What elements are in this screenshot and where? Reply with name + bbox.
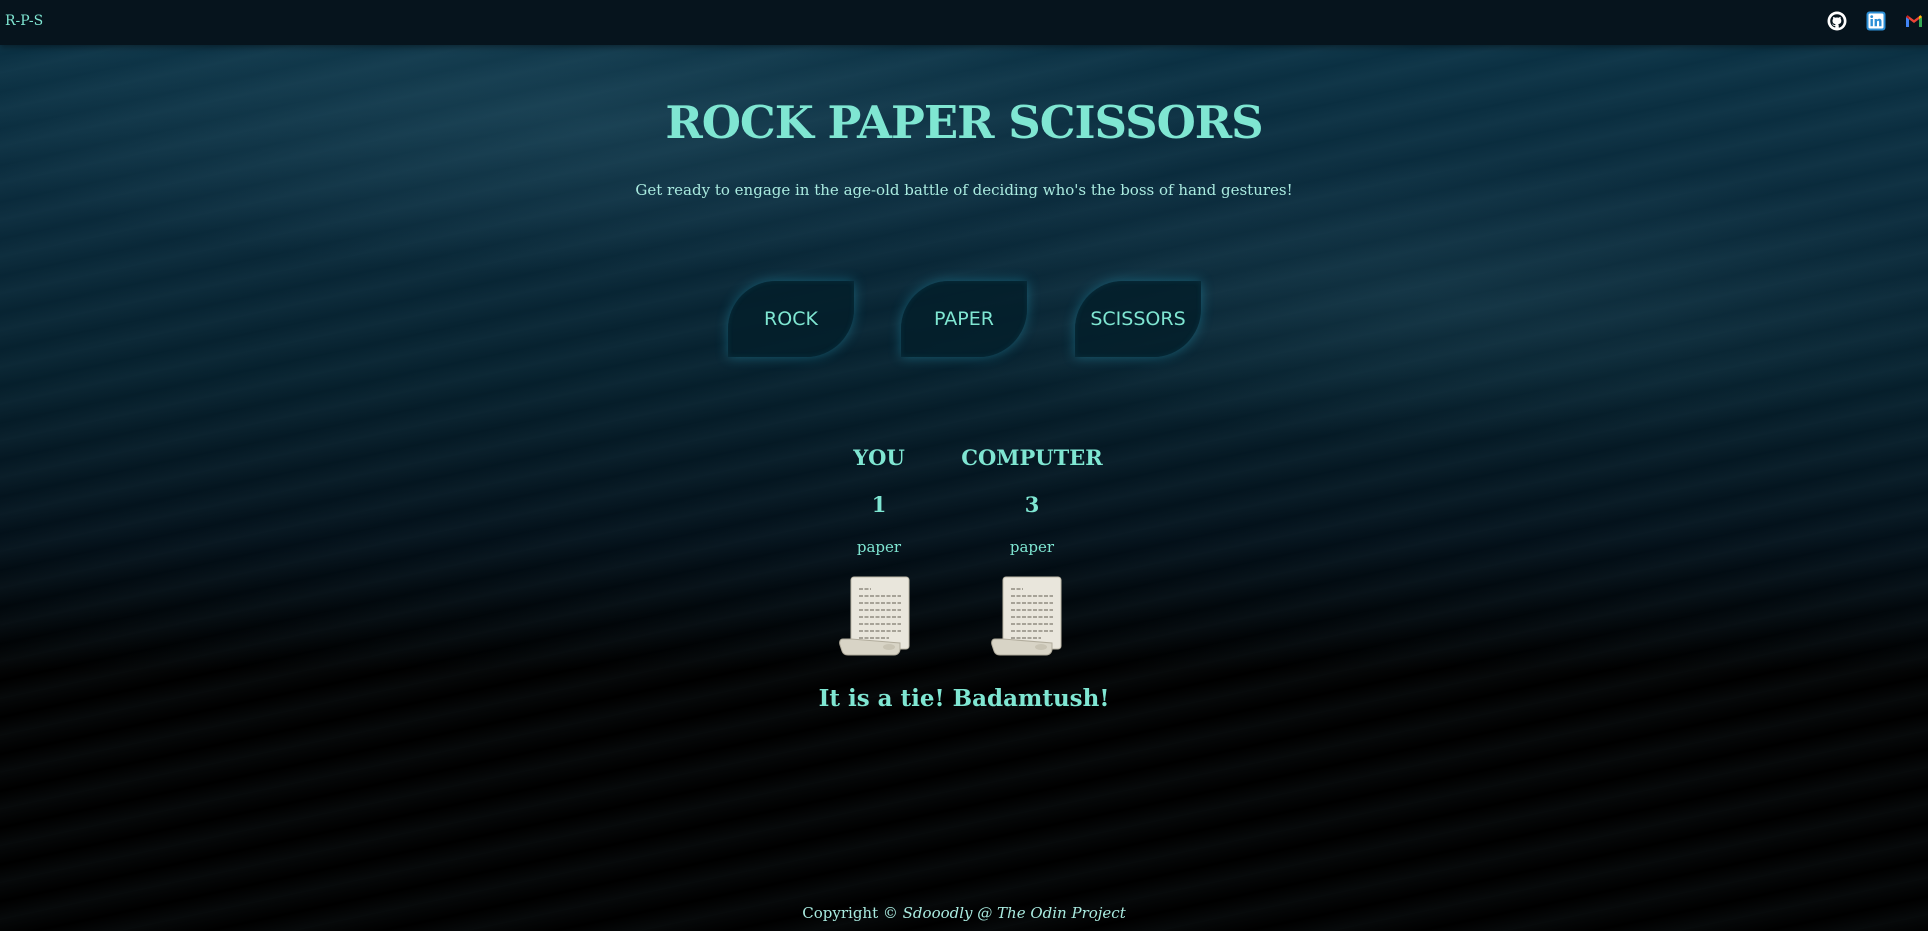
footer: Copyright © Sdooodly @ The Odin Project: [0, 904, 1928, 922]
linkedin-icon[interactable]: [1866, 11, 1886, 31]
computer-choice: paper: [1009, 538, 1055, 556]
github-icon[interactable]: [1827, 11, 1847, 31]
computer-score: 3: [1024, 492, 1040, 517]
result-message: It is a tie! Badamtush!: [818, 685, 1110, 712]
player-scroll-icon: [839, 576, 910, 656]
navbar: R-P-S: [0, 0, 1928, 45]
player-choice: paper: [856, 538, 902, 556]
gmail-icon[interactable]: [1905, 11, 1923, 31]
computer-scroll-icon: [991, 576, 1062, 656]
credit-link[interactable]: Sdooodly @ The Odin Project: [903, 904, 1126, 922]
page-subtitle: Get ready to engage in the age-old battl…: [635, 181, 1293, 199]
rock-button[interactable]: ROCK: [728, 281, 854, 357]
page-title: ROCK PAPER SCISSORS: [665, 96, 1263, 149]
paper-button[interactable]: PAPER: [901, 281, 1027, 357]
player-score: 1: [871, 492, 887, 517]
computer-label: COMPUTER: [961, 445, 1103, 470]
player-label: YOU: [853, 445, 905, 470]
copyright-text: Copyright ©: [802, 904, 903, 922]
scissors-button[interactable]: SCISSORS: [1075, 281, 1201, 357]
brand-logo[interactable]: R-P-S: [5, 13, 43, 29]
